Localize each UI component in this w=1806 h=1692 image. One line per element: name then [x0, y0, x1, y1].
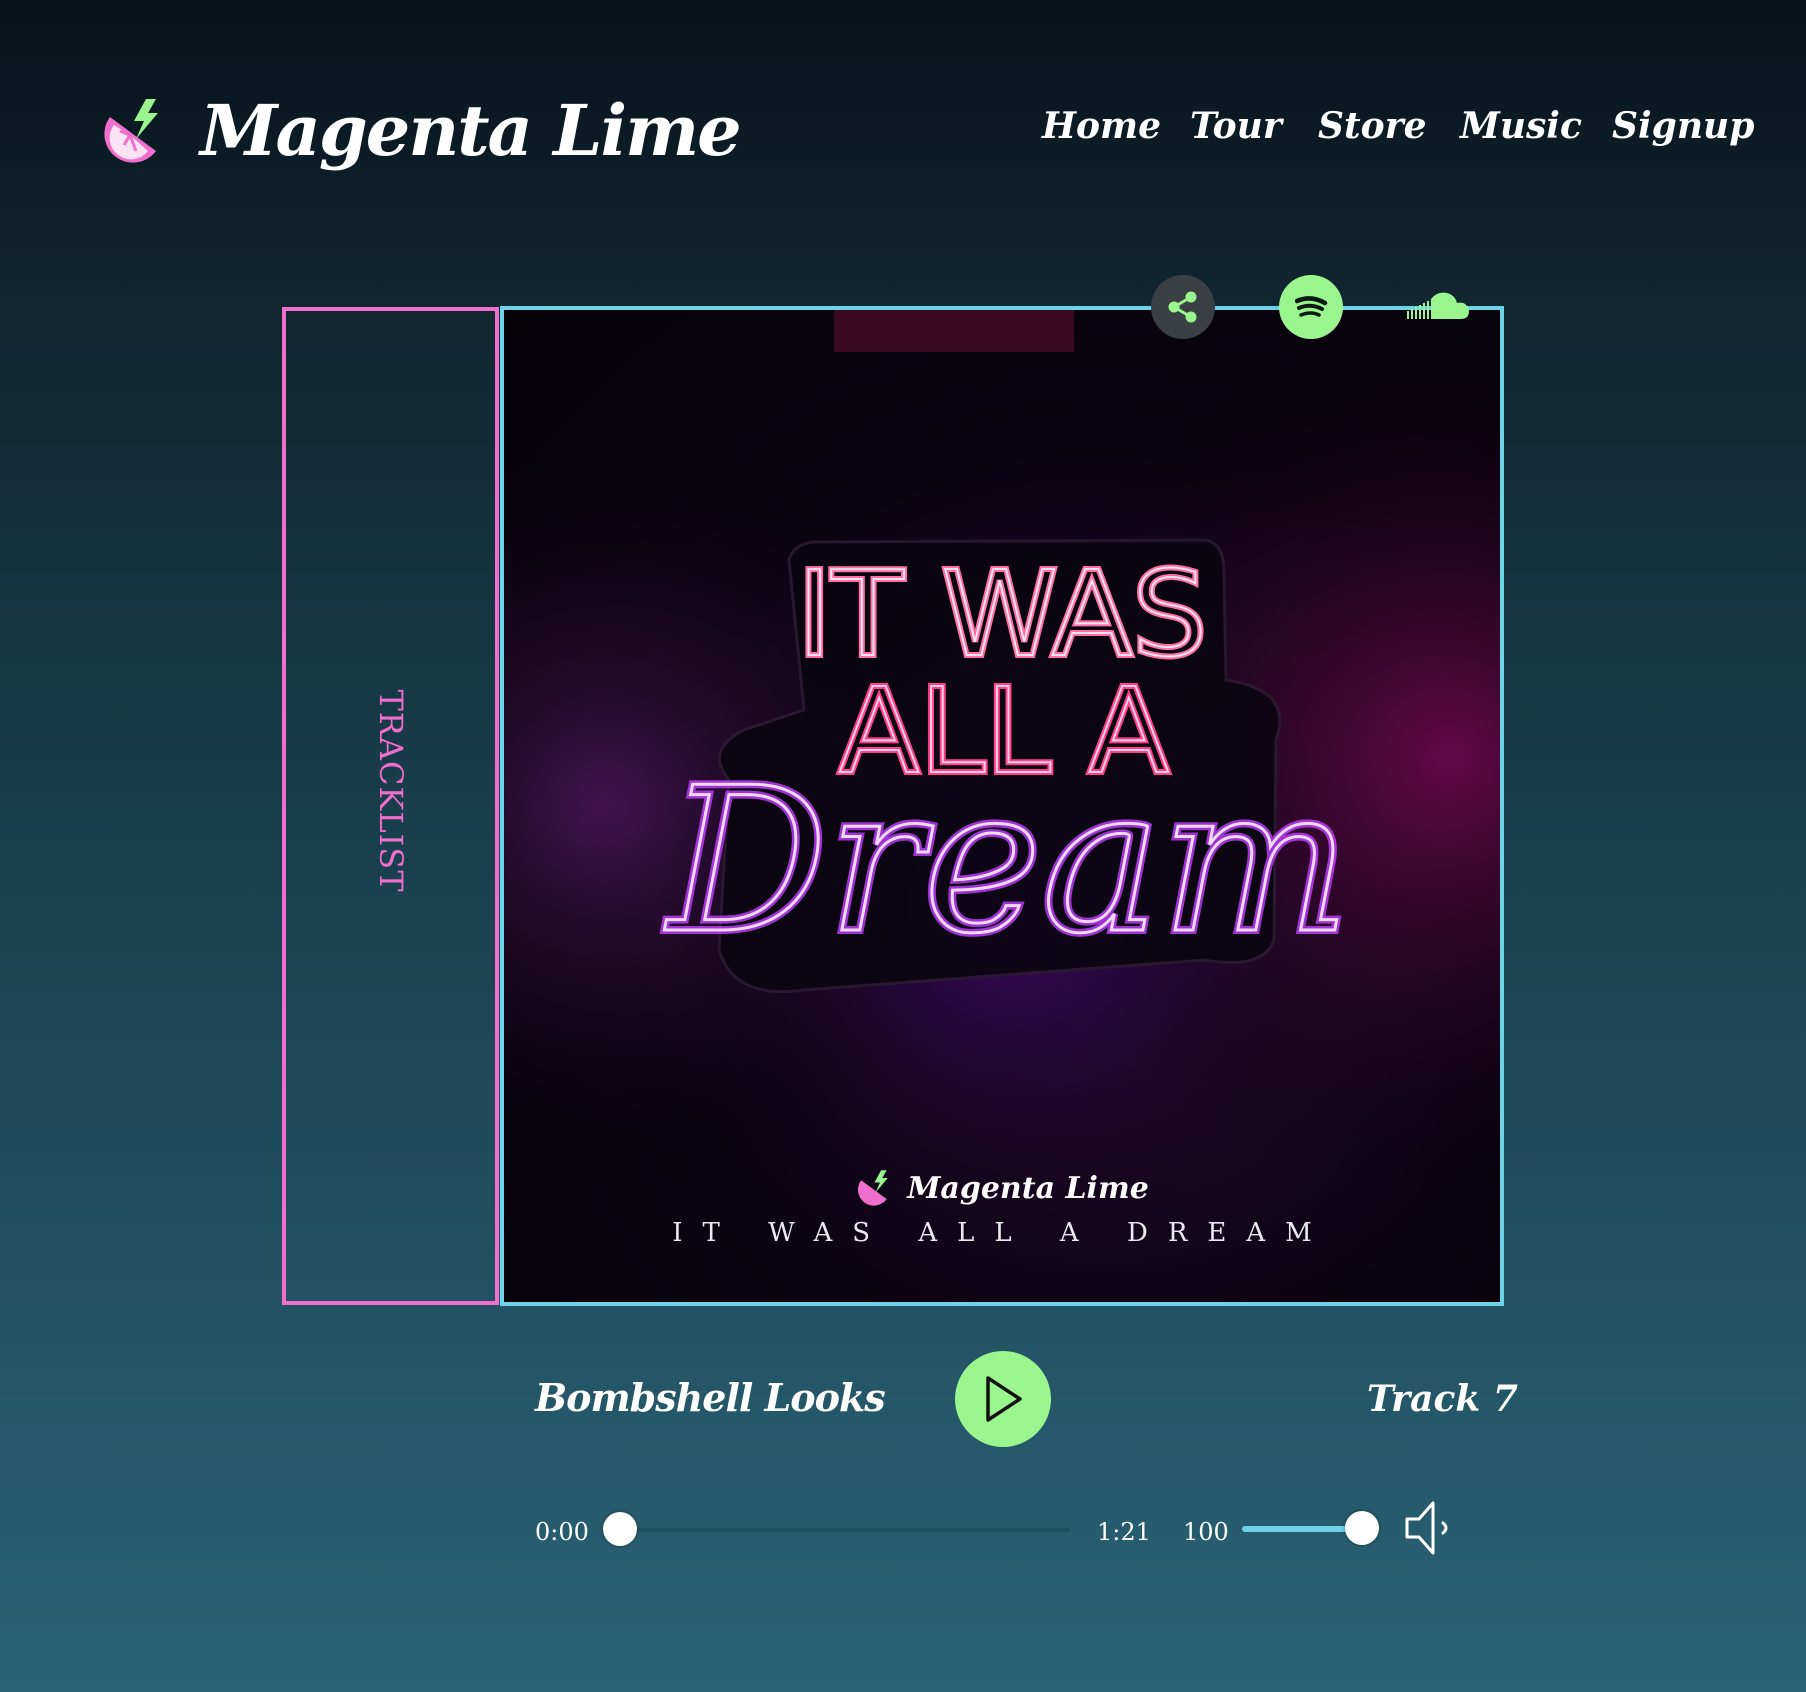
progress-thumb[interactable]: [603, 1512, 637, 1546]
volume-icon[interactable]: [1403, 1497, 1459, 1559]
share-button[interactable]: [1151, 275, 1215, 339]
volume-slider[interactable]: [1242, 1511, 1379, 1545]
volume-thumb[interactable]: [1345, 1511, 1379, 1545]
play-icon: [986, 1376, 1022, 1422]
lime-slice-lightning-icon: [858, 1170, 888, 1206]
track-title: Bombshell Looks: [535, 1375, 886, 1420]
album-art-line-3: Dream: [663, 745, 1350, 978]
current-time: 0:00: [535, 1518, 589, 1546]
album-brand-name: Magenta Lime: [907, 1170, 1149, 1206]
nav-home[interactable]: Home: [1042, 105, 1161, 147]
main-nav: Home Tour Store Music Signup: [0, 105, 1806, 155]
album-cover: IT WAS IT WAS ALL A ALL A Dream Dream Ma…: [500, 306, 1504, 1306]
nav-tour[interactable]: Tour: [1190, 105, 1282, 147]
album-brand: Magenta Lime: [504, 1168, 1500, 1216]
soundcloud-button[interactable]: [1401, 285, 1471, 327]
track-number: Track 7: [1367, 1378, 1518, 1420]
play-button[interactable]: [955, 1351, 1051, 1447]
nav-store[interactable]: Store: [1318, 105, 1427, 147]
album-art-image: IT WAS IT WAS ALL A ALL A Dream Dream: [504, 310, 1500, 1302]
volume-value: 100: [1183, 1518, 1229, 1546]
nav-music[interactable]: Music: [1460, 105, 1582, 147]
nav-signup[interactable]: Signup: [1612, 105, 1754, 147]
progress-slider[interactable]: [603, 1512, 1070, 1546]
share-icon: [1168, 291, 1197, 323]
volume-fill: [1242, 1526, 1362, 1532]
spotify-button[interactable]: [1279, 275, 1343, 339]
tracklist-label: TRACKLIST: [371, 689, 410, 893]
album-title: IT WAS ALL A DREAM: [672, 1218, 1332, 1248]
soundcloud-icon: [1407, 292, 1469, 319]
total-time: 1:21: [1097, 1518, 1151, 1546]
tracklist-toggle[interactable]: TRACKLIST: [282, 307, 499, 1305]
spotify-icon: [1294, 296, 1328, 317]
